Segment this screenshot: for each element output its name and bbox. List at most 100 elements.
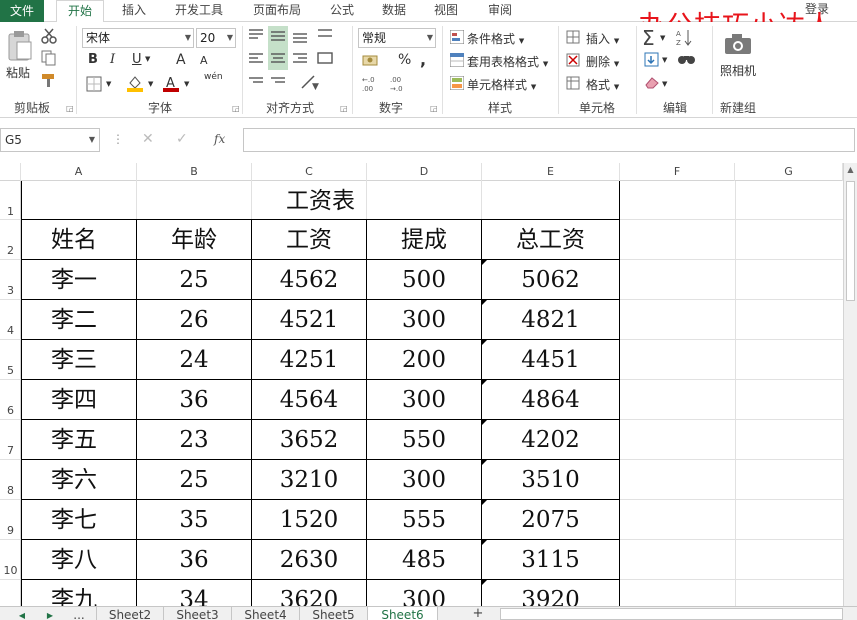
more-options-icon[interactable]: ⋮ [112, 132, 124, 146]
table-cell[interactable]: 3620 [252, 580, 366, 606]
sheet-tab[interactable]: Sheet5 [300, 607, 368, 620]
file-tab[interactable]: 文件 [0, 0, 44, 22]
number-launcher-icon[interactable]: ◲ [430, 104, 438, 113]
table-title[interactable]: 工资表 [21, 181, 620, 219]
row-header[interactable]: 4 [0, 300, 21, 340]
chevron-down-icon[interactable]: ▼ [660, 34, 665, 42]
tab-formulas[interactable]: 公式 [322, 0, 362, 22]
orientation-icon[interactable]: ▼ [300, 74, 322, 92]
header-cell-name[interactable]: 姓名 [21, 220, 136, 259]
tab-view[interactable]: 视图 [426, 0, 466, 22]
tab-home[interactable]: 开始 [56, 0, 104, 23]
column-header[interactable]: G [735, 163, 843, 181]
clipboard-launcher-icon[interactable]: ◲ [66, 104, 74, 113]
table-cell[interactable]: 24 [137, 340, 251, 379]
format-as-table-button[interactable]: 套用表格格式 ▼ [467, 53, 548, 70]
column-header[interactable]: E [482, 163, 620, 181]
table-cell[interactable]: 李六 [21, 460, 136, 499]
insert-function-button[interactable]: fx [214, 132, 225, 146]
column-header[interactable]: F [620, 163, 735, 181]
table-cell[interactable]: 5062 [482, 260, 619, 299]
chevron-down-icon[interactable]: ▼ [145, 55, 150, 63]
table-cell[interactable]: 26 [137, 300, 251, 339]
chevron-down-icon[interactable]: ▼ [184, 80, 189, 88]
table-cell[interactable]: 4451 [482, 340, 619, 379]
table-cell[interactable]: 2630 [252, 540, 366, 579]
table-cell[interactable]: 550 [367, 420, 481, 459]
table-cell[interactable]: 李八 [21, 540, 136, 579]
select-all-corner[interactable] [0, 163, 21, 181]
phonetic-guide-button[interactable]: wén [204, 72, 223, 82]
format-cells-button[interactable]: 格式 ▼ [586, 76, 619, 93]
table-cell[interactable]: 485 [367, 540, 481, 579]
tab-page-layout[interactable]: 页面布局 [244, 0, 310, 22]
border-icon[interactable] [86, 76, 102, 92]
clear-icon[interactable] [644, 74, 660, 90]
header-cell-commission[interactable]: 提成 [367, 220, 481, 259]
autosum-icon[interactable]: Σ [642, 26, 655, 50]
header-cell-salary[interactable]: 工资 [252, 220, 366, 259]
table-cell[interactable]: 4251 [252, 340, 366, 379]
increase-decimal-icon[interactable]: ←.0.00 [362, 74, 384, 93]
name-box[interactable]: G5 ▼ [0, 128, 100, 152]
table-cell[interactable]: 4562 [252, 260, 366, 299]
camera-icon[interactable] [724, 32, 752, 56]
row-header[interactable]: 5 [0, 340, 21, 380]
paste-button-label[interactable]: 粘贴 [6, 64, 30, 81]
table-cell[interactable]: 300 [367, 380, 481, 419]
table-cell[interactable]: 李一 [21, 260, 136, 299]
row-header[interactable]: 7 [0, 420, 21, 460]
table-cell[interactable]: 李四 [21, 380, 136, 419]
row-header[interactable]: 3 [0, 260, 21, 300]
table-cell[interactable]: 4864 [482, 380, 619, 419]
table-cell[interactable]: 36 [137, 540, 251, 579]
font-size-combo[interactable]: 20 ▼ [196, 28, 236, 48]
row-header[interactable]: 10 [0, 540, 21, 580]
sheet-tab[interactable]: Sheet4 [232, 607, 300, 620]
table-cell[interactable]: 李三 [21, 340, 136, 379]
more-sheets-icon[interactable]: ... [70, 607, 88, 620]
sheet-tab[interactable]: Sheet3 [164, 607, 232, 620]
chevron-down-icon[interactable]: ▼ [106, 80, 111, 88]
table-cell[interactable]: 3210 [252, 460, 366, 499]
enter-icon[interactable]: ✓ [176, 131, 188, 147]
sort-filter-icon[interactable]: AZ [676, 28, 698, 47]
paste-icon[interactable] [6, 30, 34, 62]
table-cell[interactable]: 4202 [482, 420, 619, 459]
scroll-thumb[interactable] [846, 181, 855, 301]
table-cell[interactable]: 300 [367, 300, 481, 339]
table-cell[interactable]: 3115 [482, 540, 619, 579]
insert-cells-button[interactable]: 插入 ▼ [586, 30, 619, 47]
cancel-icon[interactable]: ✕ [142, 131, 154, 147]
font-color-icon[interactable]: A [162, 74, 180, 92]
tab-data[interactable]: 数据 [374, 0, 414, 22]
table-cell[interactable]: 3510 [482, 460, 619, 499]
tab-developer[interactable]: 开发工具 [166, 0, 232, 22]
table-cell[interactable]: 300 [367, 460, 481, 499]
table-cell[interactable]: 23 [137, 420, 251, 459]
table-cell[interactable]: 300 [367, 580, 481, 606]
chevron-down-icon[interactable]: ▼ [662, 80, 667, 88]
tab-insert[interactable]: 插入 [112, 0, 156, 22]
table-cell[interactable]: 25 [137, 260, 251, 299]
table-cell[interactable]: 3652 [252, 420, 366, 459]
row-header[interactable]: 1 [0, 181, 21, 220]
table-cell[interactable]: 36 [137, 380, 251, 419]
fill-color-icon[interactable] [126, 74, 144, 92]
table-cell[interactable]: 李七 [21, 500, 136, 539]
table-cell[interactable]: 李二 [21, 300, 136, 339]
bold-button[interactable]: B [88, 52, 98, 67]
font-name-combo[interactable]: 宋体 ▼ [82, 28, 194, 48]
italic-button[interactable]: I [110, 52, 115, 67]
table-cell[interactable]: 200 [367, 340, 481, 379]
shrink-font-button[interactable]: A [200, 54, 208, 67]
comma-style-button[interactable]: , [420, 50, 426, 69]
grow-font-button[interactable]: A [176, 52, 186, 68]
percent-style-button[interactable]: % [398, 52, 411, 68]
table-cell[interactable]: 4564 [252, 380, 366, 419]
row-header[interactable]: 6 [0, 380, 21, 420]
table-cell[interactable]: 李九 [21, 580, 136, 606]
horizontal-scrollbar[interactable] [500, 608, 843, 620]
row-header[interactable]: 2 [0, 220, 21, 260]
table-cell[interactable]: 4821 [482, 300, 619, 339]
